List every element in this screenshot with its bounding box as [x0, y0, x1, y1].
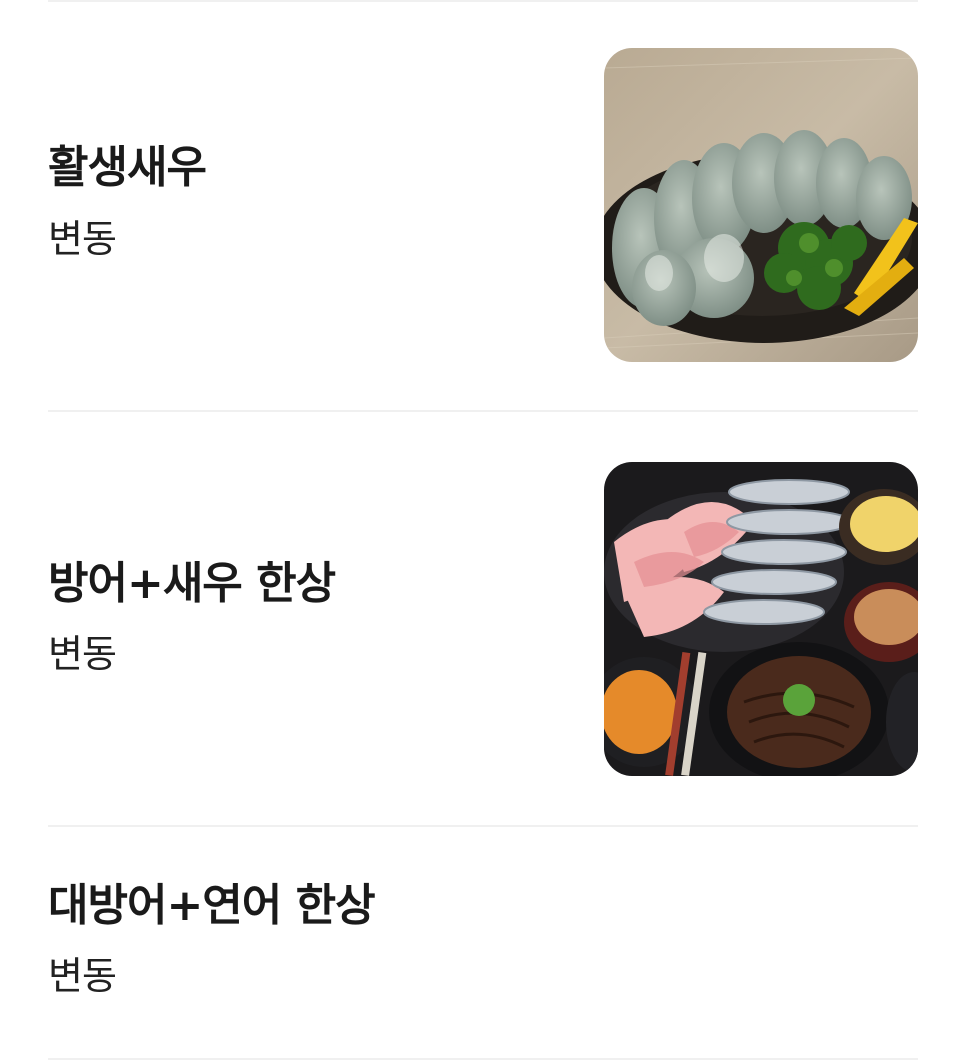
menu-list: 활생새우 변동 방어+새우 한상 변동 대방어+연어 한상 변동	[0, 0, 966, 1063]
menu-item-name: 활생새우	[48, 142, 207, 193]
menu-item-photo[interactable]	[604, 462, 918, 776]
divider	[48, 410, 918, 412]
menu-item-photo[interactable]	[604, 48, 918, 362]
menu-item-price: 변동	[48, 217, 117, 261]
menu-item-price: 변동	[48, 632, 117, 676]
divider	[48, 825, 918, 827]
menu-item-name: 방어+새우 한상	[48, 558, 336, 609]
menu-item-name: 대방어+연어 한상	[48, 880, 376, 931]
divider	[48, 1058, 918, 1060]
divider	[48, 0, 918, 2]
menu-item-price: 변동	[48, 954, 117, 998]
